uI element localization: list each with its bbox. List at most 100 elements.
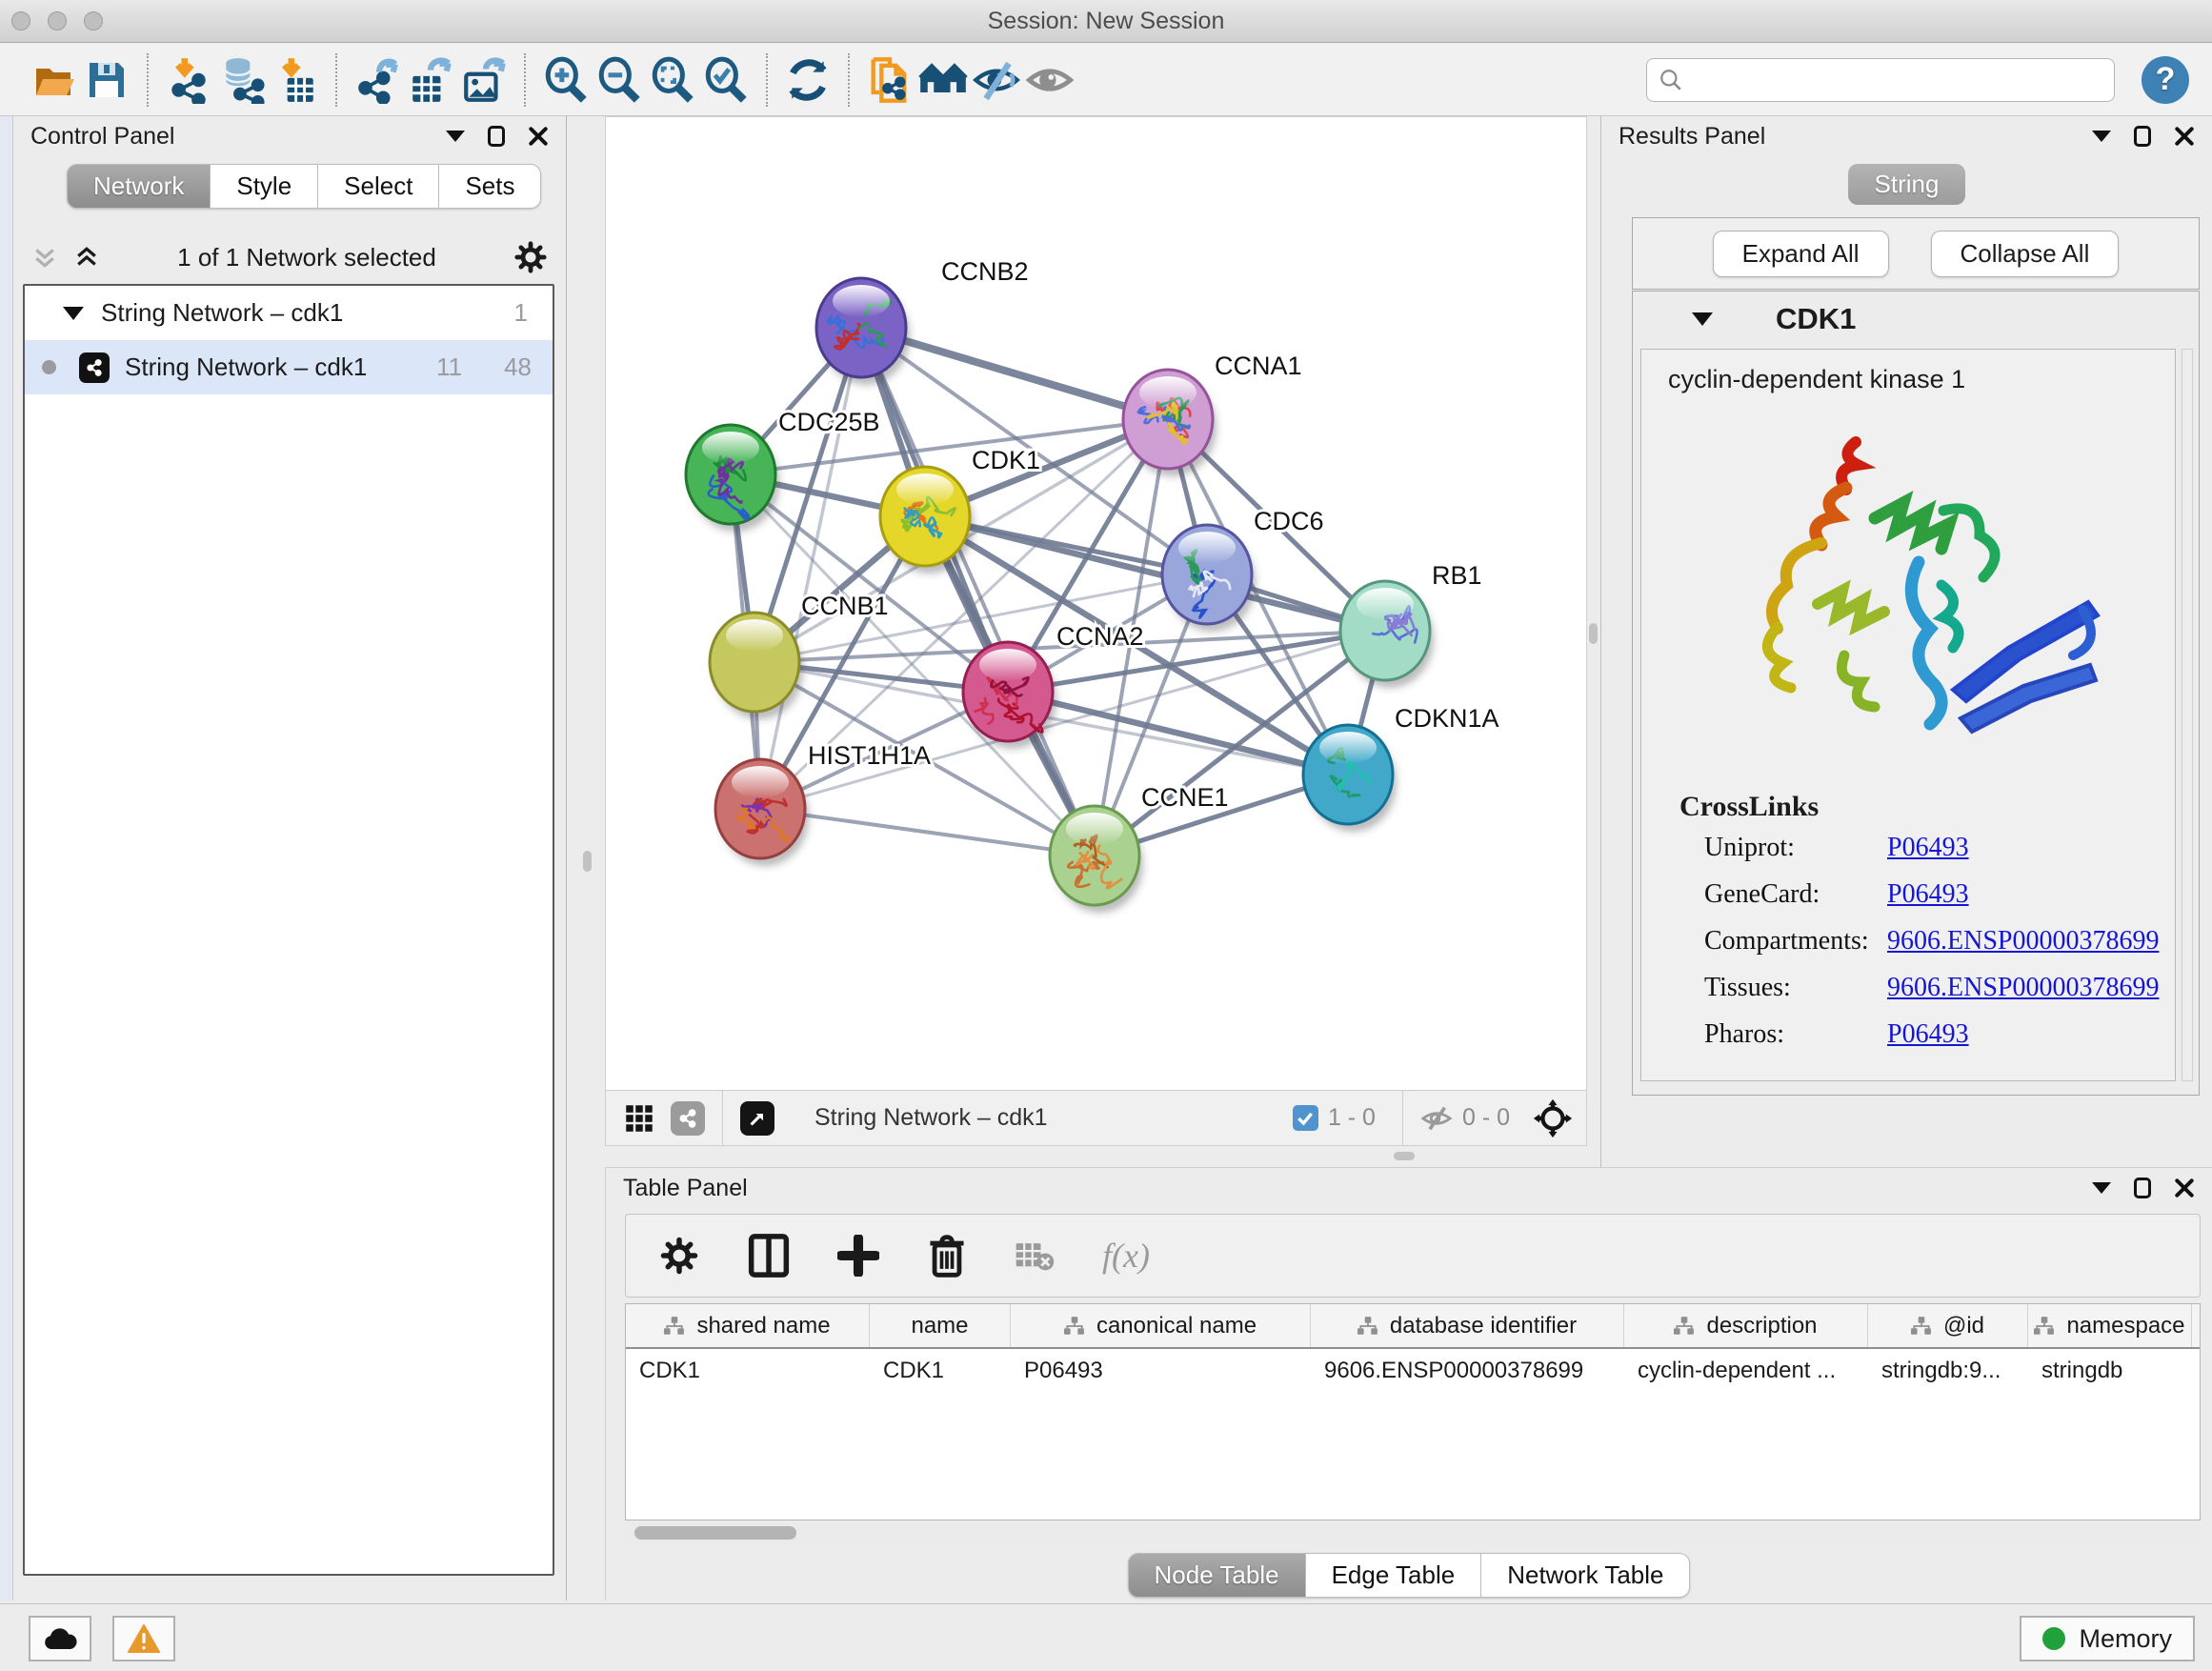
network-row[interactable]: String Network – cdk1 11 48	[25, 340, 553, 394]
new-network-from-selection-button[interactable]	[863, 53, 916, 107]
network-edge[interactable]	[760, 328, 861, 809]
close-panel-icon[interactable]	[2174, 126, 2195, 147]
network-edge[interactable]	[760, 809, 1095, 856]
column-header-description[interactable]: description	[1624, 1304, 1868, 1347]
table-cell[interactable]: stringdb:9...	[1868, 1358, 2028, 1384]
apply-layout-button[interactable]	[781, 53, 835, 107]
float-panel-icon[interactable]	[2134, 126, 2151, 147]
expand-all-button[interactable]: Expand All	[1713, 231, 1889, 277]
hidden-eye-slash-icon[interactable]	[1420, 1102, 1453, 1135]
table-cell[interactable]: CDK1	[626, 1358, 870, 1384]
tab-edge-table[interactable]: Edge Table	[1306, 1553, 1482, 1598]
column-header-sharedname[interactable]: shared name	[626, 1304, 870, 1347]
network-node-CCNA1[interactable]: CCNA1	[1123, 352, 1302, 476]
network-collection-row[interactable]: String Network – cdk1 1	[25, 286, 553, 340]
table-horizontal-scrollbar[interactable]	[625, 1522, 2201, 1543]
table-cell[interactable]: 9606.ENSP00000378699	[1311, 1358, 1624, 1384]
network-view[interactable]: CCNB2CCNA1CDC25BCDK1CDC6RB1CCNB1CCNA2CDK…	[605, 116, 1587, 1146]
export-table-button[interactable]	[404, 53, 457, 107]
show-all-button[interactable]	[1023, 53, 1076, 107]
bottom-splitter-handle[interactable]	[1394, 1152, 1415, 1160]
collapse-all-button[interactable]: Collapse All	[1931, 231, 2120, 277]
crosslink-link[interactable]: P06493	[1887, 1019, 1969, 1050]
expand-all-networks-icon[interactable]	[72, 243, 101, 272]
table-cell[interactable]: cyclin-dependent ...	[1624, 1358, 1868, 1384]
right-splitter-handle[interactable]	[1589, 623, 1598, 644]
column-header-id[interactable]: @id	[1868, 1304, 2028, 1347]
zoom-fit-button[interactable]	[646, 53, 699, 107]
table-cell[interactable]: P06493	[1011, 1358, 1311, 1384]
crosslink-link[interactable]: 9606.ENSP00000378699	[1887, 973, 2159, 1003]
table-options-gear-icon[interactable]	[658, 1235, 700, 1277]
function-builder-icon[interactable]: f(x)	[1102, 1236, 1150, 1276]
delete-column-trash-icon[interactable]	[927, 1233, 967, 1278]
network-node-CCNE1[interactable]: CCNE1	[1050, 783, 1229, 913]
cloud-status-button[interactable]	[29, 1616, 91, 1661]
import-table-from-file-button[interactable]	[269, 53, 322, 107]
table-cell[interactable]: CDK1	[870, 1358, 1011, 1384]
network-node-CDC6[interactable]: CDC6	[1162, 507, 1324, 632]
network-node-HIST1H1A[interactable]: HIST1H1A	[715, 741, 931, 866]
gene-section-header[interactable]: CDK1	[1633, 292, 2199, 347]
close-panel-icon[interactable]	[2174, 1178, 2195, 1198]
show-columns-icon[interactable]	[748, 1233, 790, 1278]
network-options-gear-icon[interactable]	[513, 239, 549, 275]
zoom-window-button[interactable]	[84, 11, 103, 30]
table-row[interactable]: CDK1CDK1P064939606.ENSP00000378699cyclin…	[626, 1349, 2200, 1393]
column-header-databaseidentifier[interactable]: database identifier	[1311, 1304, 1624, 1347]
warnings-button[interactable]	[112, 1616, 175, 1661]
scrollbar-thumb[interactable]	[634, 1526, 796, 1540]
network-edge[interactable]	[861, 328, 1095, 856]
tab-network[interactable]: Network	[67, 164, 211, 209]
collapse-panel-icon[interactable]	[2092, 131, 2111, 142]
section-collapse-arrow-icon[interactable]	[1692, 312, 1713, 326]
tab-string[interactable]: String	[1848, 164, 1966, 205]
selected-nodes-checkbox-icon[interactable]	[1293, 1105, 1318, 1131]
column-header-namespace[interactable]: namespace	[2028, 1304, 2192, 1347]
birds-eye-view-icon[interactable]	[740, 1101, 774, 1136]
tab-node-table[interactable]: Node Table	[1128, 1553, 1306, 1598]
pan-crosshair-icon[interactable]	[1533, 1098, 1573, 1138]
zoom-selected-button[interactable]	[699, 53, 753, 107]
tab-style[interactable]: Style	[211, 164, 318, 209]
import-network-from-file-button[interactable]	[162, 53, 215, 107]
delete-table-icon[interactable]	[1015, 1238, 1055, 1273]
minimize-window-button[interactable]	[48, 11, 67, 30]
crosslink-link[interactable]: 9606.ENSP00000378699	[1887, 926, 2159, 956]
memory-button[interactable]: Memory	[2020, 1616, 2195, 1661]
string-view-badge-icon[interactable]	[671, 1101, 705, 1136]
left-splitter-handle[interactable]	[583, 851, 592, 872]
zoom-in-button[interactable]	[539, 53, 593, 107]
search-input[interactable]	[1646, 58, 2115, 102]
float-panel-icon[interactable]	[488, 126, 505, 147]
grid-view-icon[interactable]	[625, 1104, 654, 1133]
hide-selected-button[interactable]	[970, 53, 1023, 107]
crosslink-link[interactable]: P06493	[1887, 879, 1969, 910]
tab-sets[interactable]: Sets	[439, 164, 541, 209]
zoom-out-button[interactable]	[593, 53, 646, 107]
export-network-button[interactable]	[351, 53, 404, 107]
column-header-name[interactable]: name	[870, 1304, 1011, 1347]
network-node-CDKN1A[interactable]: CDKN1A	[1303, 704, 1499, 832]
crosslink-link[interactable]: P06493	[1887, 833, 1969, 863]
tab-network-table[interactable]: Network Table	[1481, 1553, 1690, 1598]
collapse-panel-icon[interactable]	[446, 131, 465, 142]
open-session-button[interactable]	[27, 53, 80, 107]
table-cell[interactable]: stringdb	[2028, 1358, 2192, 1384]
tab-select[interactable]: Select	[318, 164, 439, 209]
create-column-plus-icon[interactable]	[837, 1235, 879, 1277]
help-button[interactable]: ?	[2142, 56, 2189, 104]
tree-expand-arrow-icon[interactable]	[63, 307, 84, 320]
collapse-all-networks-icon[interactable]	[30, 243, 59, 272]
close-window-button[interactable]	[11, 11, 30, 30]
import-network-from-database-button[interactable]	[215, 53, 269, 107]
collapse-panel-icon[interactable]	[2092, 1182, 2111, 1194]
network-canvas[interactable]: CCNB2CCNA1CDC25BCDK1CDC6RB1CCNB1CCNA2CDK…	[606, 117, 1586, 1091]
save-session-button[interactable]	[80, 53, 133, 107]
first-neighbors-button[interactable]	[916, 53, 970, 107]
column-header-canonicalname[interactable]: canonical name	[1011, 1304, 1311, 1347]
float-panel-icon[interactable]	[2134, 1178, 2151, 1198]
export-image-button[interactable]	[457, 53, 511, 107]
results-scrollbar[interactable]	[2182, 349, 2193, 1081]
close-panel-icon[interactable]	[528, 126, 549, 147]
